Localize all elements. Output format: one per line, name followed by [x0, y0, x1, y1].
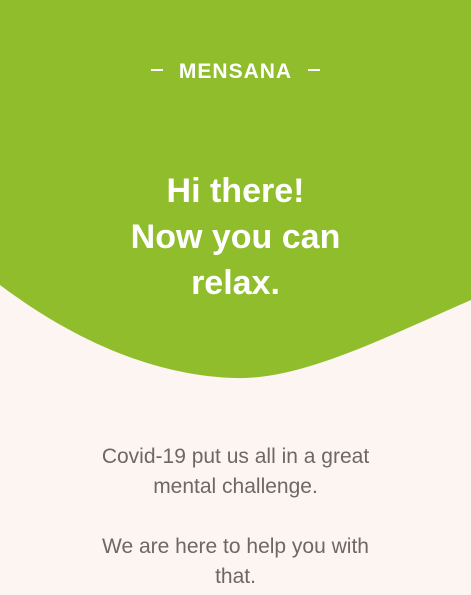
- headline-line-3: relax.: [191, 264, 280, 302]
- brand-name: MENSANA: [178, 60, 293, 83]
- headline-line-1: Hi there!: [166, 172, 305, 210]
- brand-dash-right: [308, 69, 321, 71]
- help-line-1: We are here to help you with: [102, 535, 369, 558]
- intro-paragraph: Covid-19 put us all in a great mental ch…: [0, 442, 471, 502]
- brand-logo: MENSANA: [0, 60, 471, 84]
- help-line-2: that.: [215, 565, 256, 588]
- brand-dash-left: [150, 69, 163, 71]
- headline-line-2: Now you can: [130, 218, 341, 256]
- intro-line-1: Covid-19 put us all in a great: [101, 445, 370, 468]
- help-paragraph: We are here to help you with that.: [0, 532, 471, 592]
- intro-line-2: mental challenge.: [153, 475, 318, 498]
- hero-headline: Hi there! Now you can relax.: [0, 168, 471, 306]
